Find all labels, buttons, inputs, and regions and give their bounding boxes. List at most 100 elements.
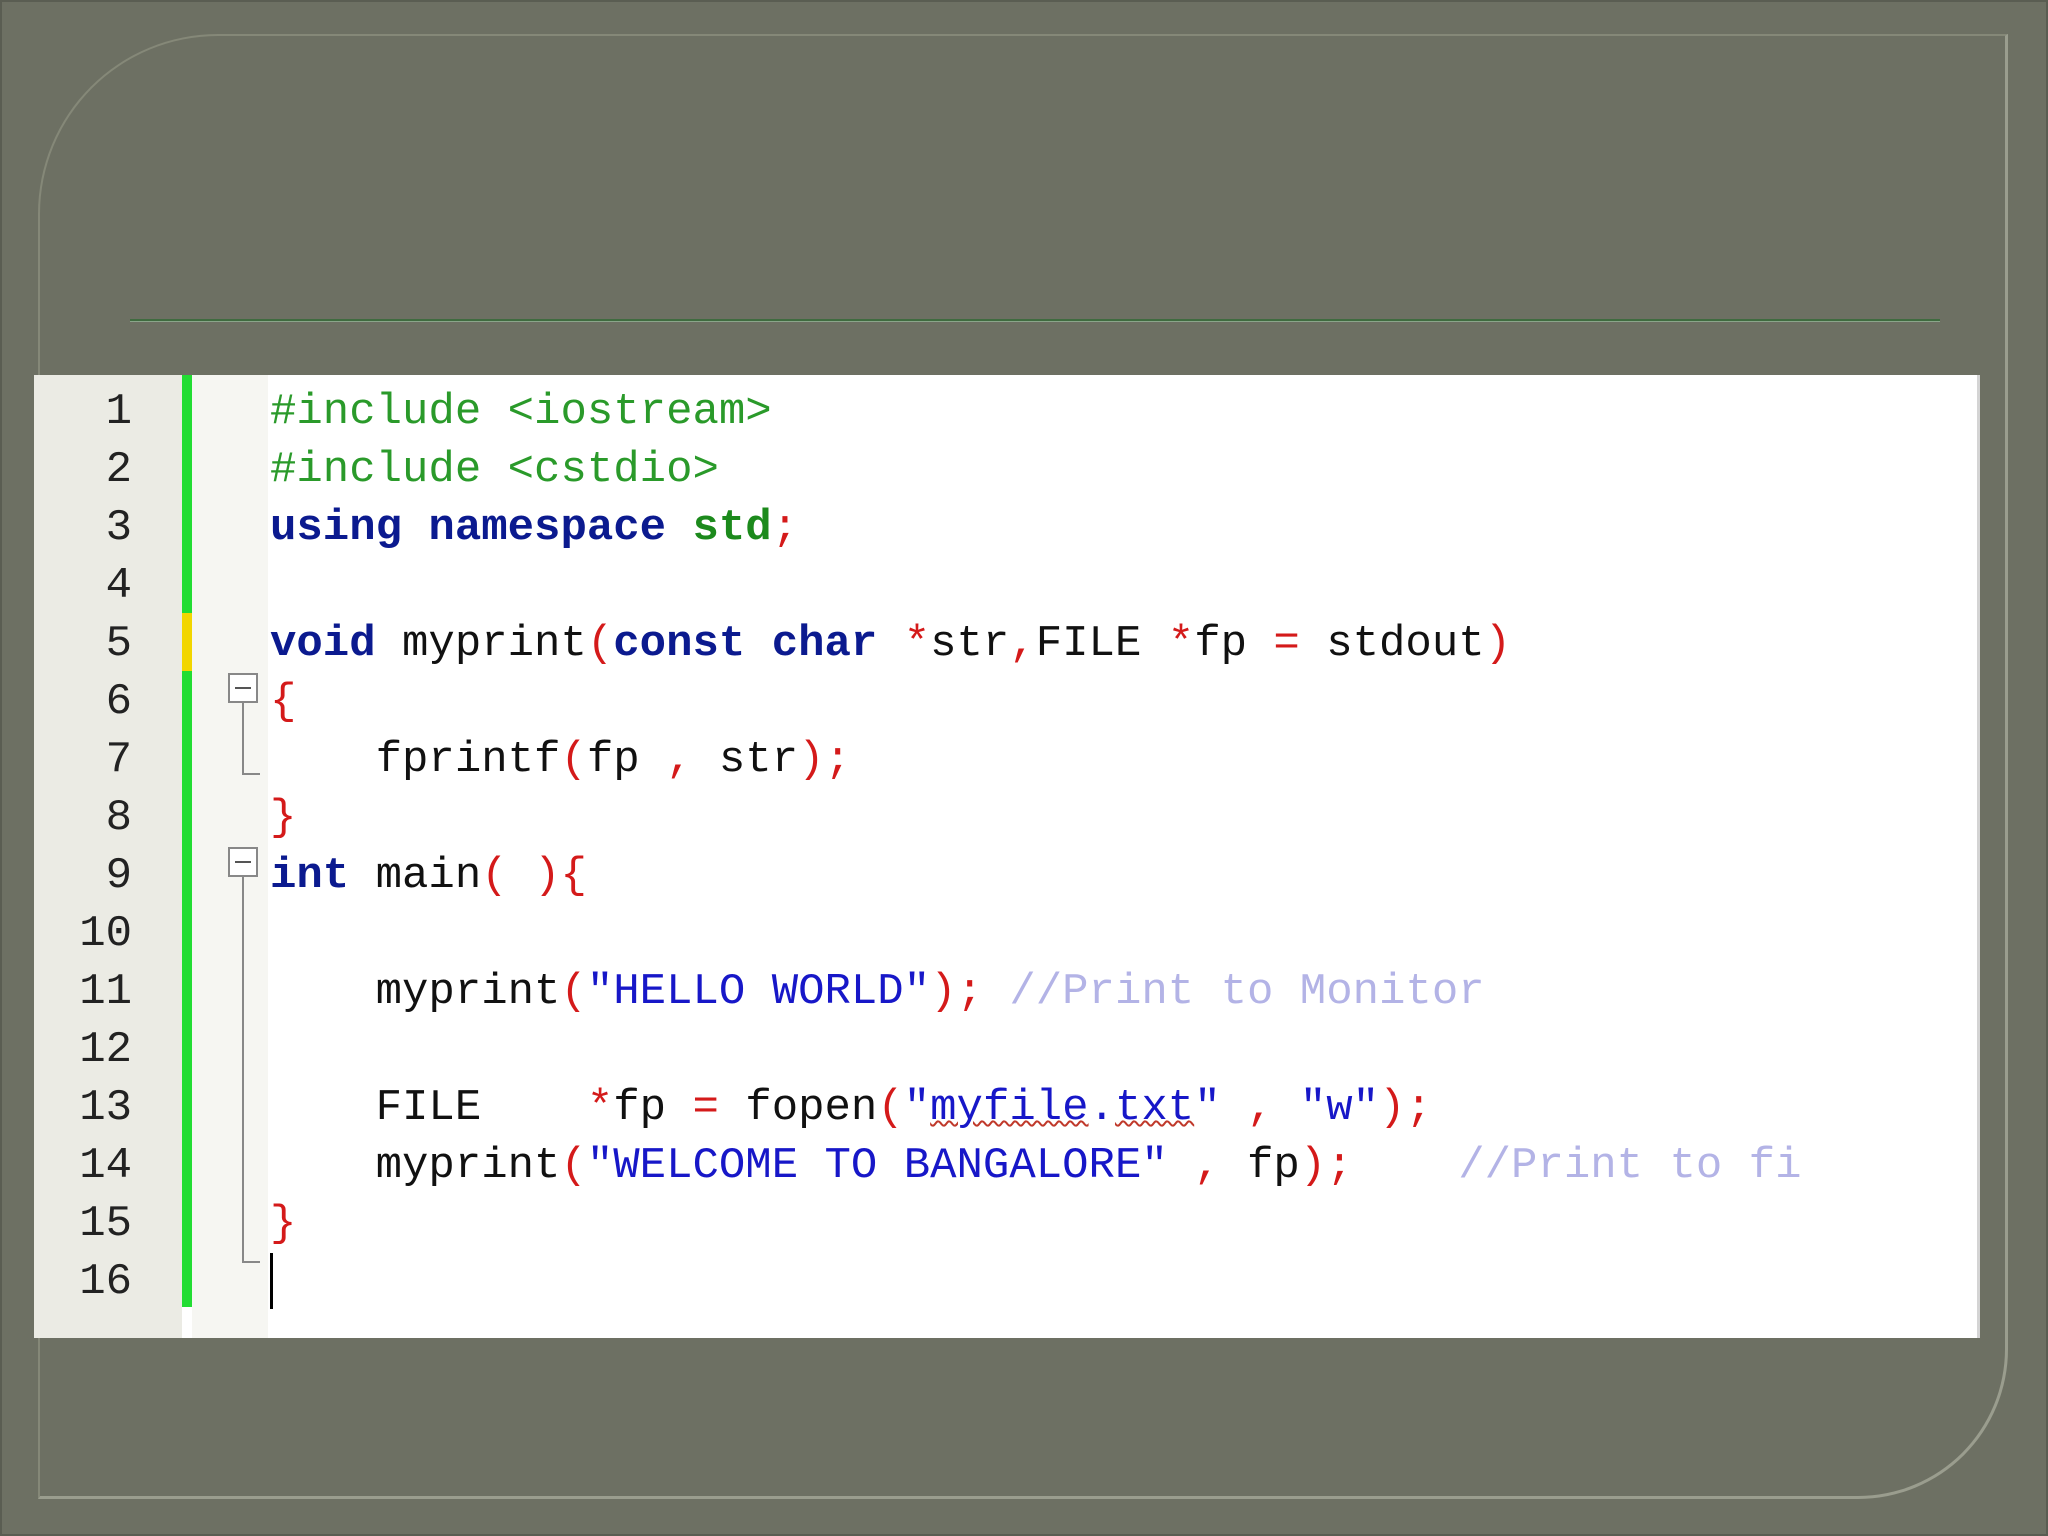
identifier: fp (613, 1083, 693, 1133)
paren: ); (930, 967, 983, 1017)
operator: , (1247, 1083, 1274, 1133)
code-line: #include <iostream> (270, 383, 772, 441)
code-line: int main( ){ (270, 847, 587, 905)
identifier: myprint (270, 967, 561, 1017)
comment: //Print to Monitor (1009, 967, 1485, 1017)
string-literal: " (903, 1083, 931, 1133)
change-marker-unsaved (182, 613, 192, 671)
code-line: fprintf(fp , str); (270, 731, 851, 789)
brace: } (270, 793, 297, 843)
paren: ( ){ (481, 851, 587, 901)
line-number: 2 (105, 445, 132, 495)
identifier: fopen (718, 1083, 878, 1133)
line-number: 15 (79, 1199, 132, 1249)
identifier: fp (1194, 619, 1274, 669)
operator: , (1009, 619, 1036, 669)
fold-guide-line (242, 703, 244, 773)
identifier: FILE (1035, 619, 1168, 669)
line-number: 1 (105, 387, 132, 437)
code-line: void myprint(const char *str,FILE *fp = … (270, 615, 1511, 673)
fold-collapse-icon[interactable] (228, 673, 258, 703)
operator: = (1273, 619, 1300, 669)
code-line: myprint("WELCOME TO BANGALORE" , fp); //… (270, 1137, 1802, 1195)
operator: , (666, 735, 693, 785)
code-line: myprint("HELLO WORLD"); //Print to Monit… (270, 963, 1485, 1021)
paren: ); (798, 735, 851, 785)
line-number: 5 (105, 619, 132, 669)
line-number: 11 (79, 967, 132, 1017)
code-line: { (270, 673, 296, 731)
identifier: fp (586, 735, 667, 785)
line-number: 12 (79, 1025, 132, 1075)
code-line: } (270, 789, 296, 847)
line-number: 13 (79, 1083, 132, 1133)
paren: ( (586, 619, 614, 669)
identifier: fprintf (270, 735, 561, 785)
keyword: using namespace (270, 503, 693, 553)
code-line: } (270, 1195, 296, 1253)
identifier: FILE (270, 1083, 587, 1133)
identifier: stdout (1299, 619, 1485, 669)
change-marker-saved (182, 375, 192, 613)
line-number: 16 (79, 1257, 132, 1307)
identifier: str (692, 735, 799, 785)
paren: ( (560, 1141, 587, 1191)
string-literal: . (1088, 1083, 1115, 1133)
line-number: 9 (105, 851, 132, 901)
line-number: 8 (105, 793, 132, 843)
semicolon: ; (771, 503, 799, 553)
code-line: using namespace std; (270, 499, 798, 557)
fold-margin (192, 375, 268, 1338)
line-number: 10 (79, 909, 132, 959)
code-editor[interactable]: 1 2 3 4 5 6 7 8 9 10 11 12 13 14 15 16 #… (34, 375, 1980, 1338)
preprocessor-directive: #include <cstdio> (270, 445, 719, 495)
title-divider (130, 319, 1940, 321)
operator: * (586, 1083, 614, 1133)
string-literal: "WELCOME TO BANGALORE" (586, 1141, 1168, 1191)
keyword: void (270, 619, 376, 669)
brace: } (270, 1199, 297, 1249)
code-area[interactable]: #include <iostream> #include <cstdio> us… (270, 375, 1977, 1338)
operator: , (1194, 1141, 1221, 1191)
line-number: 14 (79, 1141, 132, 1191)
paren: ) (1484, 619, 1512, 669)
operator: = (692, 1083, 719, 1133)
identifier: myprint (375, 619, 587, 669)
paren: ( (560, 735, 587, 785)
change-marker-saved (182, 671, 192, 1307)
keyword: int (270, 851, 350, 901)
text-caret (270, 1253, 273, 1309)
code-line: #include <cstdio> (270, 441, 719, 499)
preprocessor-directive: #include <iostream> (270, 387, 772, 437)
string-literal: "w" (1299, 1083, 1380, 1133)
identifier: fp (1220, 1141, 1300, 1191)
comment: //Print to fi (1458, 1141, 1802, 1191)
brace: { (270, 677, 297, 727)
spellcheck-flagged-text: txt (1114, 1083, 1195, 1133)
fold-collapse-icon[interactable] (228, 847, 258, 877)
paren: ( (877, 1083, 904, 1133)
spellcheck-flagged-text: myfile (930, 1083, 1089, 1133)
line-number: 6 (105, 677, 132, 727)
line-number: 4 (105, 561, 132, 611)
line-number: 7 (105, 735, 132, 785)
identifier: main (349, 851, 482, 901)
line-number-gutter: 1 2 3 4 5 6 7 8 9 10 11 12 13 14 15 16 (34, 375, 182, 1338)
identifier: str (930, 619, 1010, 669)
fold-guide-line (242, 877, 244, 1261)
code-line: FILE *fp = fopen("myfile.txt" , "w"); (270, 1079, 1432, 1137)
string-literal: " (1194, 1083, 1221, 1133)
paren: ( (560, 967, 587, 1017)
fold-end-marker (242, 773, 260, 775)
keyword: const char (613, 619, 904, 669)
paren: ); (1299, 1141, 1353, 1191)
paren: ); (1379, 1083, 1432, 1133)
identifier: myprint (270, 1141, 561, 1191)
operator: * (1167, 619, 1195, 669)
namespace-name: std (692, 503, 772, 553)
